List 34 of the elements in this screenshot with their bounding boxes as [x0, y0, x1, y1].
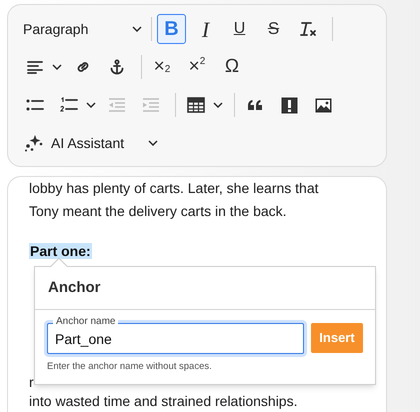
anchor-name-field[interactable]: Part_one [47, 323, 304, 354]
toolbar-button[interactable]: ×$^{2}$ [182, 52, 212, 82]
chevron-down-icon [86, 102, 96, 108]
paragraph-text: into wasted time and strained relationships. [29, 392, 298, 411]
toolbar-button[interactable]: Ω [217, 52, 247, 82]
chevron-down-icon [132, 26, 142, 32]
paragraph-dropdown[interactable]: Paragraph [20, 14, 146, 44]
bold-button[interactable]: B [157, 14, 186, 44]
chevron-down-icon [148, 140, 158, 146]
quote-icon [247, 99, 263, 111]
numbered-list-icon [60, 97, 78, 113]
paragraph-text: r [29, 373, 34, 392]
underline-button[interactable]: U [225, 14, 254, 44]
hint-text: Enter the anchor name without spaces. [47, 360, 213, 374]
align-left-icon [27, 60, 43, 74]
table-icon [187, 97, 205, 113]
strikethrough-button[interactable]: S [259, 14, 288, 44]
link-icon [75, 59, 91, 75]
indent-icon [142, 98, 160, 112]
chevron-down-icon [213, 102, 223, 108]
clear-format-icon [299, 21, 317, 37]
chevron-down-icon [52, 64, 62, 70]
paragraph-text: lobby has plenty of carts. Later, she learns that [29, 179, 319, 198]
heading-text: Part one: [29, 243, 92, 259]
ai-assistant-dropdown[interactable]: AI Assistant [20, 128, 158, 158]
anchor-icon [109, 59, 125, 75]
sparkle-icon [24, 134, 44, 152]
italic-button[interactable]: I [191, 14, 220, 44]
bullet-list-icon [26, 98, 44, 112]
outdent-icon [108, 98, 126, 112]
image-icon [314, 98, 332, 112]
paragraph-text: Tony meant the delivery carts in the back. [29, 202, 287, 221]
popup-title: Anchor [48, 278, 100, 298]
exclamation-box-icon [280, 96, 298, 114]
